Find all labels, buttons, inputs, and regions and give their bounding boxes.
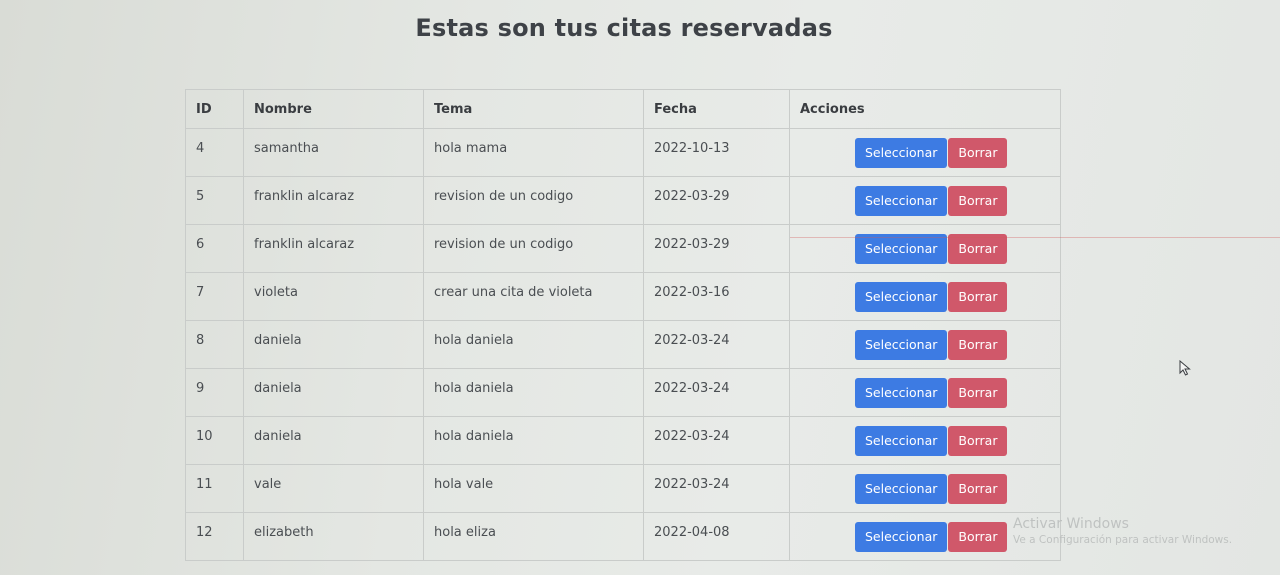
- cell-id: 9: [185, 368, 244, 417]
- cell-nombre: elizabeth: [243, 512, 424, 561]
- cell-acciones: Seleccionar Borrar: [789, 368, 1061, 417]
- cell-nombre: violeta: [243, 272, 424, 321]
- cell-tema: hola vale: [423, 464, 644, 513]
- delete-button[interactable]: Borrar: [948, 522, 1008, 552]
- delete-button[interactable]: Borrar: [948, 282, 1008, 312]
- cell-tema: hola daniela: [423, 416, 644, 465]
- table-row: 12 elizabeth hola eliza 2022-04-08 Seleccion…: [185, 512, 1061, 561]
- cell-acciones: Seleccionar Borrar: [789, 224, 1061, 273]
- cell-nombre: daniela: [243, 416, 424, 465]
- cell-nombre: samantha: [243, 128, 424, 177]
- cell-fecha: 2022-03-16: [643, 272, 790, 321]
- mouse-pointer-icon: [1179, 360, 1191, 376]
- cell-acciones: Seleccionar Borrar: [789, 464, 1061, 513]
- page-title: Estas son tus citas reservadas: [415, 14, 833, 42]
- cell-nombre: daniela: [243, 368, 424, 417]
- cell-acciones: Seleccionar Borrar: [789, 320, 1061, 369]
- cell-fecha: 2022-04-08: [643, 512, 790, 561]
- column-header-acciones: Acciones: [789, 89, 1061, 129]
- table-row: 10 daniela hola daniela 2022-03-24 Seleccion…: [185, 416, 1061, 465]
- delete-button[interactable]: Borrar: [948, 234, 1008, 264]
- cell-fecha: 2022-03-29: [643, 176, 790, 225]
- select-button[interactable]: Seleccionar: [855, 186, 948, 216]
- cell-acciones: Seleccionar Borrar: [789, 416, 1061, 465]
- table-row: 11 vale hola vale 2022-03-24 Seleccionar Borr…: [185, 464, 1061, 513]
- select-button[interactable]: Seleccionar: [855, 234, 948, 264]
- cell-fecha: 2022-03-29: [643, 224, 790, 273]
- cell-fecha: 2022-03-24: [643, 320, 790, 369]
- cell-tema: crear una cita de violeta: [423, 272, 644, 321]
- table-row: 5 franklin alcaraz revision de un codigo 20…: [185, 176, 1061, 225]
- delete-button[interactable]: Borrar: [948, 426, 1008, 456]
- table-body: 4 samantha hola mama 2022-10-13 Seleccionar B…: [185, 128, 1061, 561]
- select-button[interactable]: Seleccionar: [855, 330, 948, 360]
- cell-id: 5: [185, 176, 244, 225]
- cell-tema: hola daniela: [423, 320, 644, 369]
- cell-acciones: Seleccionar Borrar: [789, 272, 1061, 321]
- cell-fecha: 2022-03-24: [643, 464, 790, 513]
- column-header-nombre: Nombre: [243, 89, 424, 129]
- table-row: 8 daniela hola daniela 2022-03-24 Selecciona…: [185, 320, 1061, 369]
- column-header-tema: Tema: [423, 89, 644, 129]
- cell-tema: revision de un codigo: [423, 176, 644, 225]
- cell-id: 10: [185, 416, 244, 465]
- appointments-table: ID Nombre Tema Fecha Acciones 4 samantha h…: [185, 89, 1061, 561]
- screen-artifact-line: [790, 237, 1280, 238]
- watermark-subtitle: Ve a Configuración para activar Windows.: [1013, 534, 1233, 546]
- table-row: 9 daniela hola daniela 2022-03-24 Selecciona…: [185, 368, 1061, 417]
- delete-button[interactable]: Borrar: [948, 330, 1008, 360]
- table-row: 7 violeta crear una cita de violeta 2022-03…: [185, 272, 1061, 321]
- select-button[interactable]: Seleccionar: [855, 474, 948, 504]
- cell-id: 11: [185, 464, 244, 513]
- cell-nombre: franklin alcaraz: [243, 176, 424, 225]
- cell-id: 8: [185, 320, 244, 369]
- delete-button[interactable]: Borrar: [948, 186, 1008, 216]
- table-row: 4 samantha hola mama 2022-10-13 Seleccionar B…: [185, 128, 1061, 177]
- cell-tema: revision de un codigo: [423, 224, 644, 273]
- cell-fecha: 2022-03-24: [643, 368, 790, 417]
- table-header-row: ID Nombre Tema Fecha Acciones: [185, 89, 1061, 129]
- cell-id: 6: [185, 224, 244, 273]
- cell-tema: hola mama: [423, 128, 644, 177]
- cell-id: 12: [185, 512, 244, 561]
- cell-acciones: Seleccionar Borrar: [789, 128, 1061, 177]
- cell-acciones: Seleccionar Borrar: [789, 176, 1061, 225]
- column-header-fecha: Fecha: [643, 89, 790, 129]
- cell-fecha: 2022-03-24: [643, 416, 790, 465]
- column-header-id: ID: [185, 89, 244, 129]
- delete-button[interactable]: Borrar: [948, 378, 1008, 408]
- cell-tema: hola eliza: [423, 512, 644, 561]
- cell-nombre: daniela: [243, 320, 424, 369]
- cell-id: 4: [185, 128, 244, 177]
- cell-fecha: 2022-10-13: [643, 128, 790, 177]
- watermark-title: Activar Windows: [1013, 516, 1129, 532]
- cell-tema: hola daniela: [423, 368, 644, 417]
- select-button[interactable]: Seleccionar: [855, 426, 948, 456]
- cell-id: 7: [185, 272, 244, 321]
- cell-nombre: franklin alcaraz: [243, 224, 424, 273]
- select-button[interactable]: Seleccionar: [855, 378, 948, 408]
- select-button[interactable]: Seleccionar: [855, 138, 948, 168]
- appointments-table-container: ID Nombre Tema Fecha Acciones 4 samantha h…: [185, 89, 1061, 561]
- windows-activation-watermark: Activar Windows Ve a Configuración para …: [1013, 516, 1232, 546]
- cell-nombre: vale: [243, 464, 424, 513]
- delete-button[interactable]: Borrar: [948, 474, 1008, 504]
- select-button[interactable]: Seleccionar: [855, 522, 948, 552]
- delete-button[interactable]: Borrar: [948, 138, 1008, 168]
- table-row: 6 franklin alcaraz revision de un codigo 20…: [185, 224, 1061, 273]
- select-button[interactable]: Seleccionar: [855, 282, 948, 312]
